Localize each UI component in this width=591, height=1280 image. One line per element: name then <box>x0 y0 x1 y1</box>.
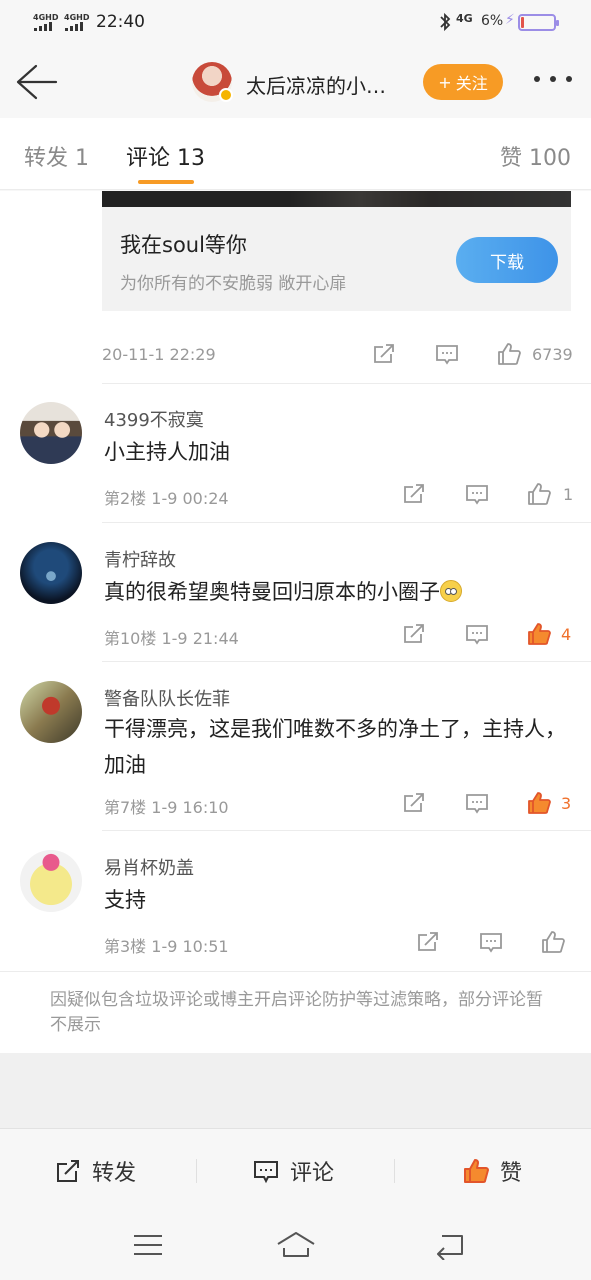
comment-meta: 第2楼 1-9 00:24 <box>104 485 229 509</box>
commenter-avatar[interactable] <box>20 542 82 604</box>
ad-card[interactable]: 我在soul等你 为你所有的不安脆弱 敞开心扉 下载 <box>102 207 571 311</box>
battery-icon <box>518 14 559 31</box>
ad-title: 我在soul等你 <box>120 233 247 257</box>
bottom-action-bar: 转发 评论 赞 <box>0 1128 591 1210</box>
post-image[interactable] <box>102 191 571 207</box>
like-icon[interactable] <box>526 481 552 507</box>
comment-icon[interactable] <box>434 341 460 367</box>
repost-icon <box>57 1160 79 1182</box>
comment-button[interactable]: 评论 <box>252 1155 334 1187</box>
ad-subtitle: 为你所有的不安脆弱 敞开心扉 <box>120 274 347 294</box>
reply-icon[interactable] <box>464 621 490 647</box>
system-nav-bar <box>0 1210 591 1280</box>
back-arrow-icon[interactable] <box>14 62 58 102</box>
header: 太后凉凉的小… + 关注 <box>0 46 591 118</box>
repost-icon[interactable] <box>371 341 397 367</box>
signal-icon <box>65 22 83 31</box>
comment-like-count: 4 <box>561 625 572 644</box>
divider <box>102 383 591 384</box>
comment-meta: 第10楼 1-9 21:44 <box>104 625 239 649</box>
tab-like[interactable]: 赞 100 <box>500 140 571 172</box>
commenter-name[interactable]: 易肖杯奶盖 <box>104 854 194 880</box>
like-label: 赞 <box>500 1161 523 1186</box>
separator <box>196 1159 197 1183</box>
like-icon[interactable] <box>540 929 566 955</box>
repost-icon[interactable] <box>401 481 427 507</box>
comment-time: 1-9 21:44 <box>161 629 239 648</box>
page-background <box>0 1053 591 1128</box>
network-label: 4G <box>456 12 473 25</box>
liked-icon <box>464 1159 489 1183</box>
post-like-count: 6739 <box>532 345 573 364</box>
bluetooth-icon <box>440 12 451 32</box>
comment-feed: 我在soul等你 为你所有的不安脆弱 敞开心扉 下载 20-11-1 22:29… <box>0 191 591 1053</box>
sim1-label: 4GHD <box>33 13 59 22</box>
more-options-icon[interactable] <box>534 76 572 82</box>
detail-tabs: 转发 1 评论 13 赞 100 <box>0 118 591 190</box>
filter-notice-text: 因疑似包含垃圾评论或博主开启评论防护等过滤策略，部分评论暂不展示 <box>50 990 543 1035</box>
comment-text: 小主持人加油 <box>104 440 230 464</box>
comment-label: 评论 <box>290 1161 335 1186</box>
comment-time: 1-9 00:24 <box>151 489 229 508</box>
tab-forward[interactable]: 转发 1 <box>24 140 89 172</box>
filter-notice: 因疑似包含垃圾评论或博主开启评论防护等过滤策略，部分评论暂不展示 <box>0 971 591 1053</box>
commenter-avatar[interactable] <box>20 402 82 464</box>
home-icon[interactable] <box>276 1230 316 1260</box>
follow-label: 关注 <box>455 74 488 93</box>
comment-icon <box>254 1161 278 1184</box>
dizzy-face-emoji-icon <box>440 580 462 602</box>
floor-number: 第7楼 <box>104 798 147 817</box>
reply-icon[interactable] <box>464 481 490 507</box>
battery-percent: 6% <box>481 13 504 29</box>
divider <box>102 661 591 662</box>
divider <box>102 522 591 523</box>
status-bar: 4GHD 4GHD 22:40 4G 6% ⚡ <box>0 0 591 46</box>
comment-meta: 第7楼 1-9 16:10 <box>104 794 229 818</box>
comment-text: 干得漂亮，这是我们唯数不多的净土了，主持人，加油 <box>104 717 566 777</box>
follow-button[interactable]: + 关注 <box>423 64 503 100</box>
author-name[interactable]: 太后凉凉的小… <box>246 70 386 99</box>
forward-label: 转发 <box>92 1161 137 1186</box>
comment-text: 支持 <box>104 888 146 912</box>
charging-icon: ⚡ <box>505 12 515 28</box>
floor-number: 第2楼 <box>104 489 147 508</box>
commenter-avatar[interactable] <box>20 850 82 912</box>
like-icon[interactable] <box>496 341 522 367</box>
comment-text: 真的很希望奥特曼回归原本的小圈子 <box>104 574 574 610</box>
floor-number: 第3楼 <box>104 937 147 956</box>
tab-comment[interactable]: 评论 13 <box>126 140 205 172</box>
clock: 22:40 <box>96 12 145 32</box>
plus-icon: + <box>438 72 452 92</box>
reply-icon[interactable] <box>464 790 490 816</box>
commenter-name[interactable]: 青柠辞故 <box>104 546 176 572</box>
comment-time: 1-9 16:10 <box>151 798 229 817</box>
commenter-name[interactable]: 警备队队长佐菲 <box>104 685 230 711</box>
commenter-name[interactable]: 4399不寂寞 <box>104 406 204 432</box>
repost-icon[interactable] <box>401 621 427 647</box>
liked-icon[interactable] <box>526 621 552 647</box>
floor-number: 第10楼 <box>104 629 157 648</box>
verified-badge-icon <box>219 88 233 102</box>
repost-icon[interactable] <box>401 790 427 816</box>
download-button[interactable]: 下载 <box>456 237 558 283</box>
separator <box>394 1159 395 1183</box>
sim2-label: 4GHD <box>64 13 90 22</box>
divider <box>102 830 591 831</box>
post-timestamp: 20-11-1 22:29 <box>102 345 216 364</box>
liked-icon[interactable] <box>526 790 552 816</box>
repost-icon[interactable] <box>415 929 441 955</box>
active-tab-indicator <box>138 180 194 184</box>
forward-button[interactable]: 转发 <box>54 1155 136 1187</box>
comment-like-count: 1 <box>563 485 574 504</box>
signal-icon <box>34 22 52 31</box>
menu-icon[interactable] <box>128 1230 168 1260</box>
like-button[interactable]: 赞 <box>462 1155 522 1187</box>
comment-text-content: 真的很希望奥特曼回归原本的小圈子 <box>104 580 440 604</box>
back-icon[interactable] <box>430 1230 470 1261</box>
comment-time: 1-9 10:51 <box>151 937 229 956</box>
comment-meta: 第3楼 1-9 10:51 <box>104 933 229 957</box>
commenter-avatar[interactable] <box>20 681 82 743</box>
reply-icon[interactable] <box>478 929 504 955</box>
comment-like-count: 3 <box>561 794 572 813</box>
